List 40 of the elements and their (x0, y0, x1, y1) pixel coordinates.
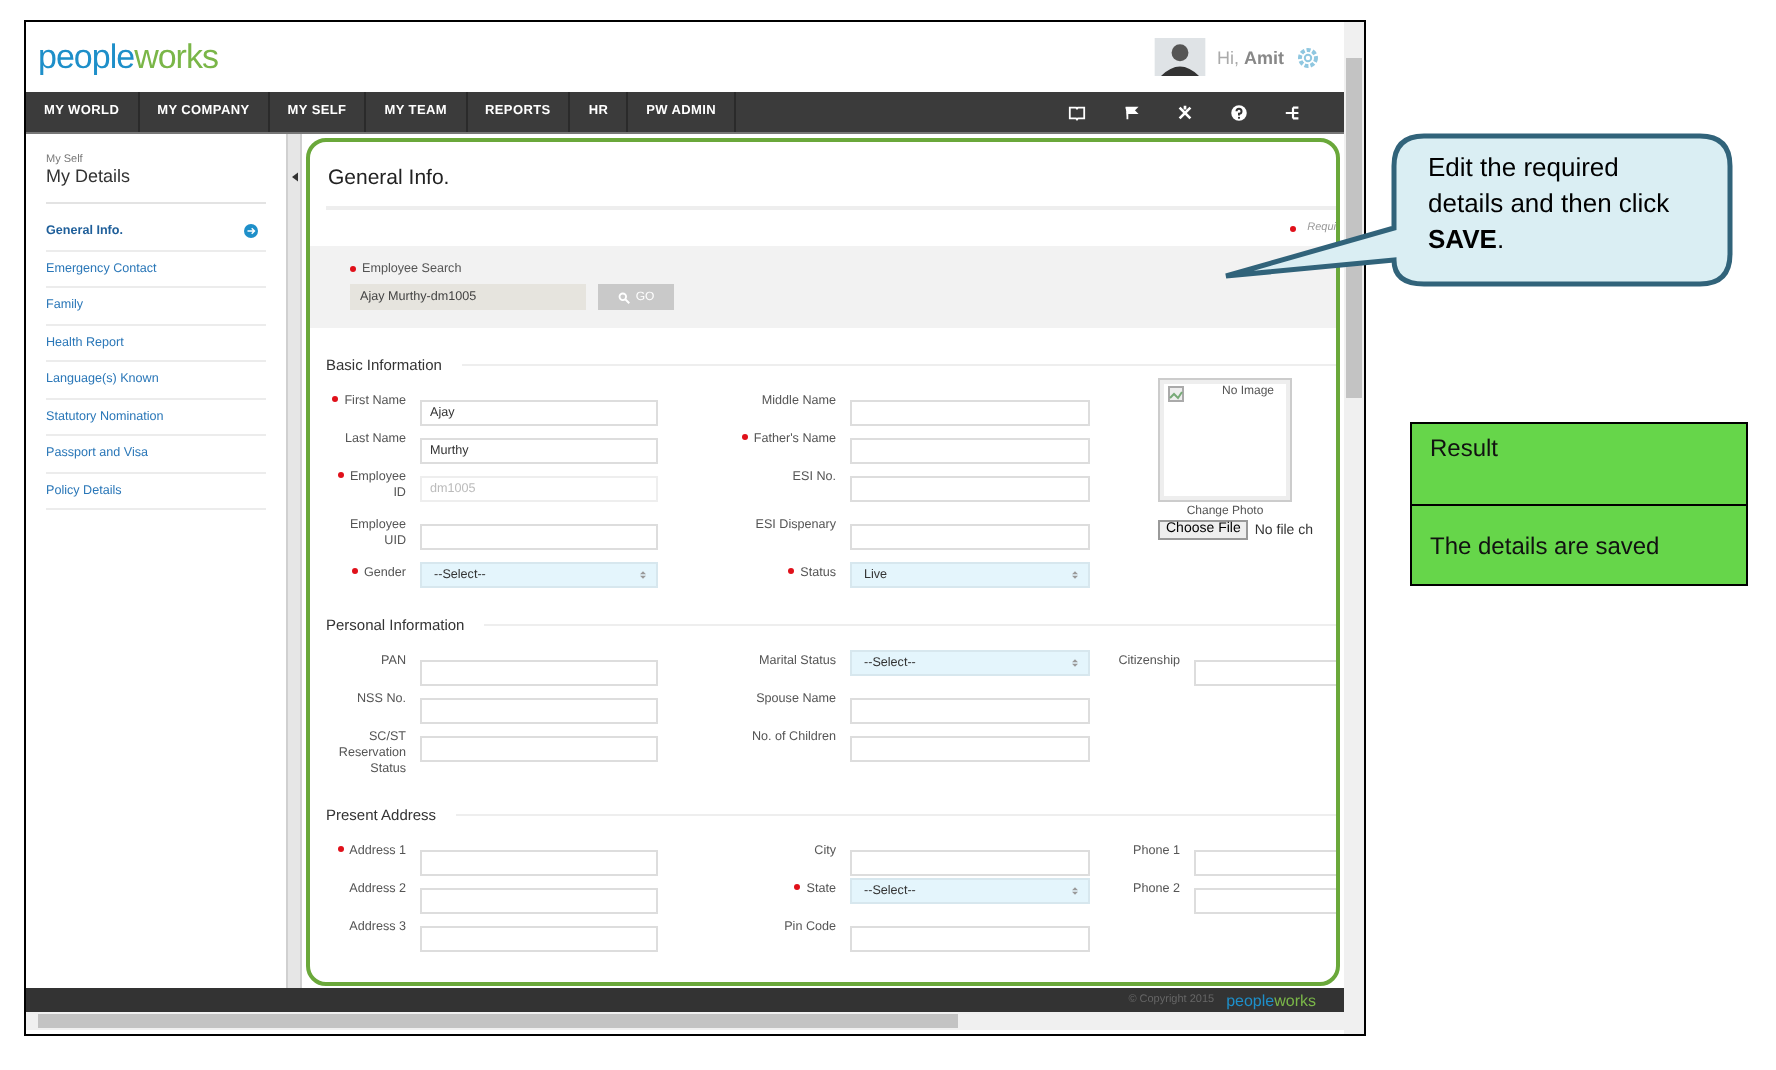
text-field[interactable] (420, 888, 658, 914)
arrow-icon (244, 224, 258, 239)
sidebar-title: My Details (46, 166, 266, 204)
book-icon[interactable] (1068, 103, 1086, 121)
search-icon (617, 291, 630, 303)
text-field[interactable] (420, 660, 658, 686)
callout-text: Edit the required details and then click SAVE. (1428, 150, 1672, 258)
collapse-arrow-icon[interactable] (292, 172, 298, 182)
flag-icon[interactable] (1122, 103, 1140, 121)
text-field[interactable] (420, 850, 658, 876)
help-icon[interactable] (1230, 103, 1248, 121)
broken-image-icon (1168, 386, 1184, 402)
sitemap-icon[interactable] (1284, 103, 1302, 121)
footer-logo: peopleworks (1226, 991, 1316, 1009)
text-field[interactable] (850, 698, 1090, 724)
table-cell-text: Result (1428, 432, 1501, 466)
page-title: General Info. (326, 142, 1336, 210)
horizontal-scrollbar[interactable] (26, 1012, 1344, 1030)
text-field[interactable] (420, 524, 658, 550)
user-greeting: Hi, Amit (1217, 47, 1284, 67)
text-field[interactable] (850, 476, 1090, 502)
logo: peopleworks (38, 37, 218, 77)
settings-icon[interactable] (1296, 45, 1320, 69)
text-field[interactable] (850, 850, 1090, 876)
text-field[interactable] (420, 698, 658, 724)
text-field[interactable] (420, 926, 658, 952)
text-field[interactable] (850, 736, 1090, 762)
vertical-scrollbar[interactable] (1344, 22, 1364, 1034)
text-field[interactable] (850, 438, 1090, 464)
required-marker (1289, 226, 1296, 232)
text-field[interactable] (1194, 850, 1336, 876)
text-field[interactable] (1194, 888, 1336, 914)
table-cell: The details are saved (1412, 504, 1746, 584)
text-field[interactable] (850, 524, 1090, 550)
text-field[interactable] (1194, 660, 1336, 686)
text-field[interactable] (850, 400, 1090, 426)
text-field[interactable] (850, 926, 1090, 952)
avatar-icon[interactable] (1153, 38, 1205, 76)
tools-icon[interactable] (1176, 103, 1194, 121)
text-field[interactable] (420, 736, 658, 762)
